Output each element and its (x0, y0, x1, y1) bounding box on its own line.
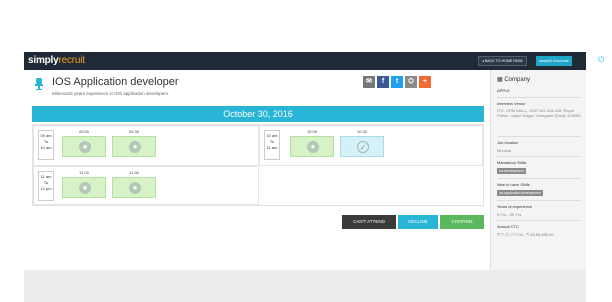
divider (497, 156, 581, 157)
slot-time: 10.30 (356, 129, 367, 134)
block-11am: 11 am To 12 pm 11.00 ● 11.30 ● (33, 166, 259, 205)
user-button[interactable]: swapnil chinchole (536, 56, 572, 66)
company-heading: ▦ Company (497, 77, 531, 83)
time-range-10am: 10 am To 11 am (264, 130, 280, 160)
page-footer-area (24, 270, 586, 302)
nice-skill-tag: ios application development (497, 190, 543, 196)
experience-value: 5 Yrs - 99 Yrs (497, 212, 522, 217)
ctc-label: Annual CTC (497, 224, 519, 229)
email-share-icon[interactable]: ✉ (363, 76, 375, 88)
mandatory-skill-tag: ios development (497, 168, 526, 174)
slot-time: 09.30 (128, 129, 139, 134)
divider (497, 178, 581, 179)
ctc-value: ₹77,77,777.00 - ₹ 88,88,888.00 (497, 232, 554, 237)
slot-1000[interactable]: ● (290, 136, 334, 157)
slot-1100[interactable]: ● (62, 177, 106, 198)
user-icon: ● (307, 141, 319, 153)
slot-0930[interactable]: ● (112, 136, 156, 157)
slot-1030[interactable]: ✓ (340, 136, 384, 157)
user-icon: ● (129, 182, 141, 194)
slot-time: 11.00 (79, 170, 89, 175)
building-icon: ▦ (497, 77, 503, 83)
time-range-09am: 09 am To 10 am (38, 130, 54, 160)
confirm-button[interactable]: CONFIRM (440, 215, 484, 229)
back-to-home-button[interactable]: ◂ BACK TO HOME PAGE (478, 56, 527, 66)
slot-1130[interactable]: ● (112, 177, 156, 198)
check-icon: ✓ (357, 141, 369, 153)
block-10am: 10 am To 11 am 10.00 ● 10.30 ✓ (259, 125, 483, 166)
decline-button[interactable]: DECLINE (398, 215, 438, 229)
chair-icon (35, 78, 43, 90)
logo[interactable]: simplyrecruit (28, 55, 85, 66)
time-range-11am: 11 am To 12 pm (38, 171, 54, 201)
divider (497, 97, 581, 98)
plus-share-icon[interactable]: + (419, 76, 431, 88)
schedule-date: October 30, 2016 (32, 106, 484, 122)
schedule-grid: 09 am To 10 am 09.00 ● 09.30 ● 10 am To 11 a… (32, 124, 484, 206)
location-value: Mumbai (497, 148, 512, 153)
slot-0900[interactable]: ● (62, 136, 106, 157)
location-label: Job location (497, 140, 519, 145)
divider (497, 200, 581, 201)
block-09am: 09 am To 10 am 09.00 ● 09.30 ● (33, 125, 259, 166)
nice-skills-label: Nice to have Skills (497, 182, 530, 187)
cant-attend-button[interactable]: CAN'T ATTEND (342, 215, 396, 229)
facebook-share-icon[interactable]: f (377, 76, 389, 88)
user-icon: ● (129, 141, 141, 153)
twitter-share-icon[interactable]: t (391, 76, 403, 88)
top-bar: simplyrecruit ◂ BACK TO HOME PAGE swapni… (24, 52, 604, 70)
user-icon: ● (79, 182, 91, 194)
divider (497, 220, 581, 221)
venue-value: ITG, ORM MALL, UNIT NO 424-428, Royal Pa… (497, 108, 581, 118)
experience-label: Years of experience (497, 204, 533, 209)
job-details-sidebar: ▦ Company APPLE Interview Venue ITG, ORM… (490, 70, 586, 270)
main-panel: IOS Application developer Minimum5 years… (24, 70, 490, 270)
user-icon: ● (79, 141, 91, 153)
venue-label: Interview Venue (497, 101, 526, 106)
job-title: IOS Application developer (52, 76, 179, 88)
divider (497, 136, 581, 137)
other-share-icon[interactable]: ⛭ (405, 76, 417, 88)
slot-time: 11.30 (129, 170, 139, 175)
slot-time: 09.00 (78, 129, 89, 134)
job-subtitle: Minimum5 years experience in IOS applica… (52, 91, 170, 96)
power-icon[interactable]: ⏻ (598, 56, 606, 64)
mandatory-skills-label: Mandatory Skills (497, 160, 527, 165)
company-name: APPLE (497, 88, 510, 93)
slot-time: 10.00 (306, 129, 317, 134)
